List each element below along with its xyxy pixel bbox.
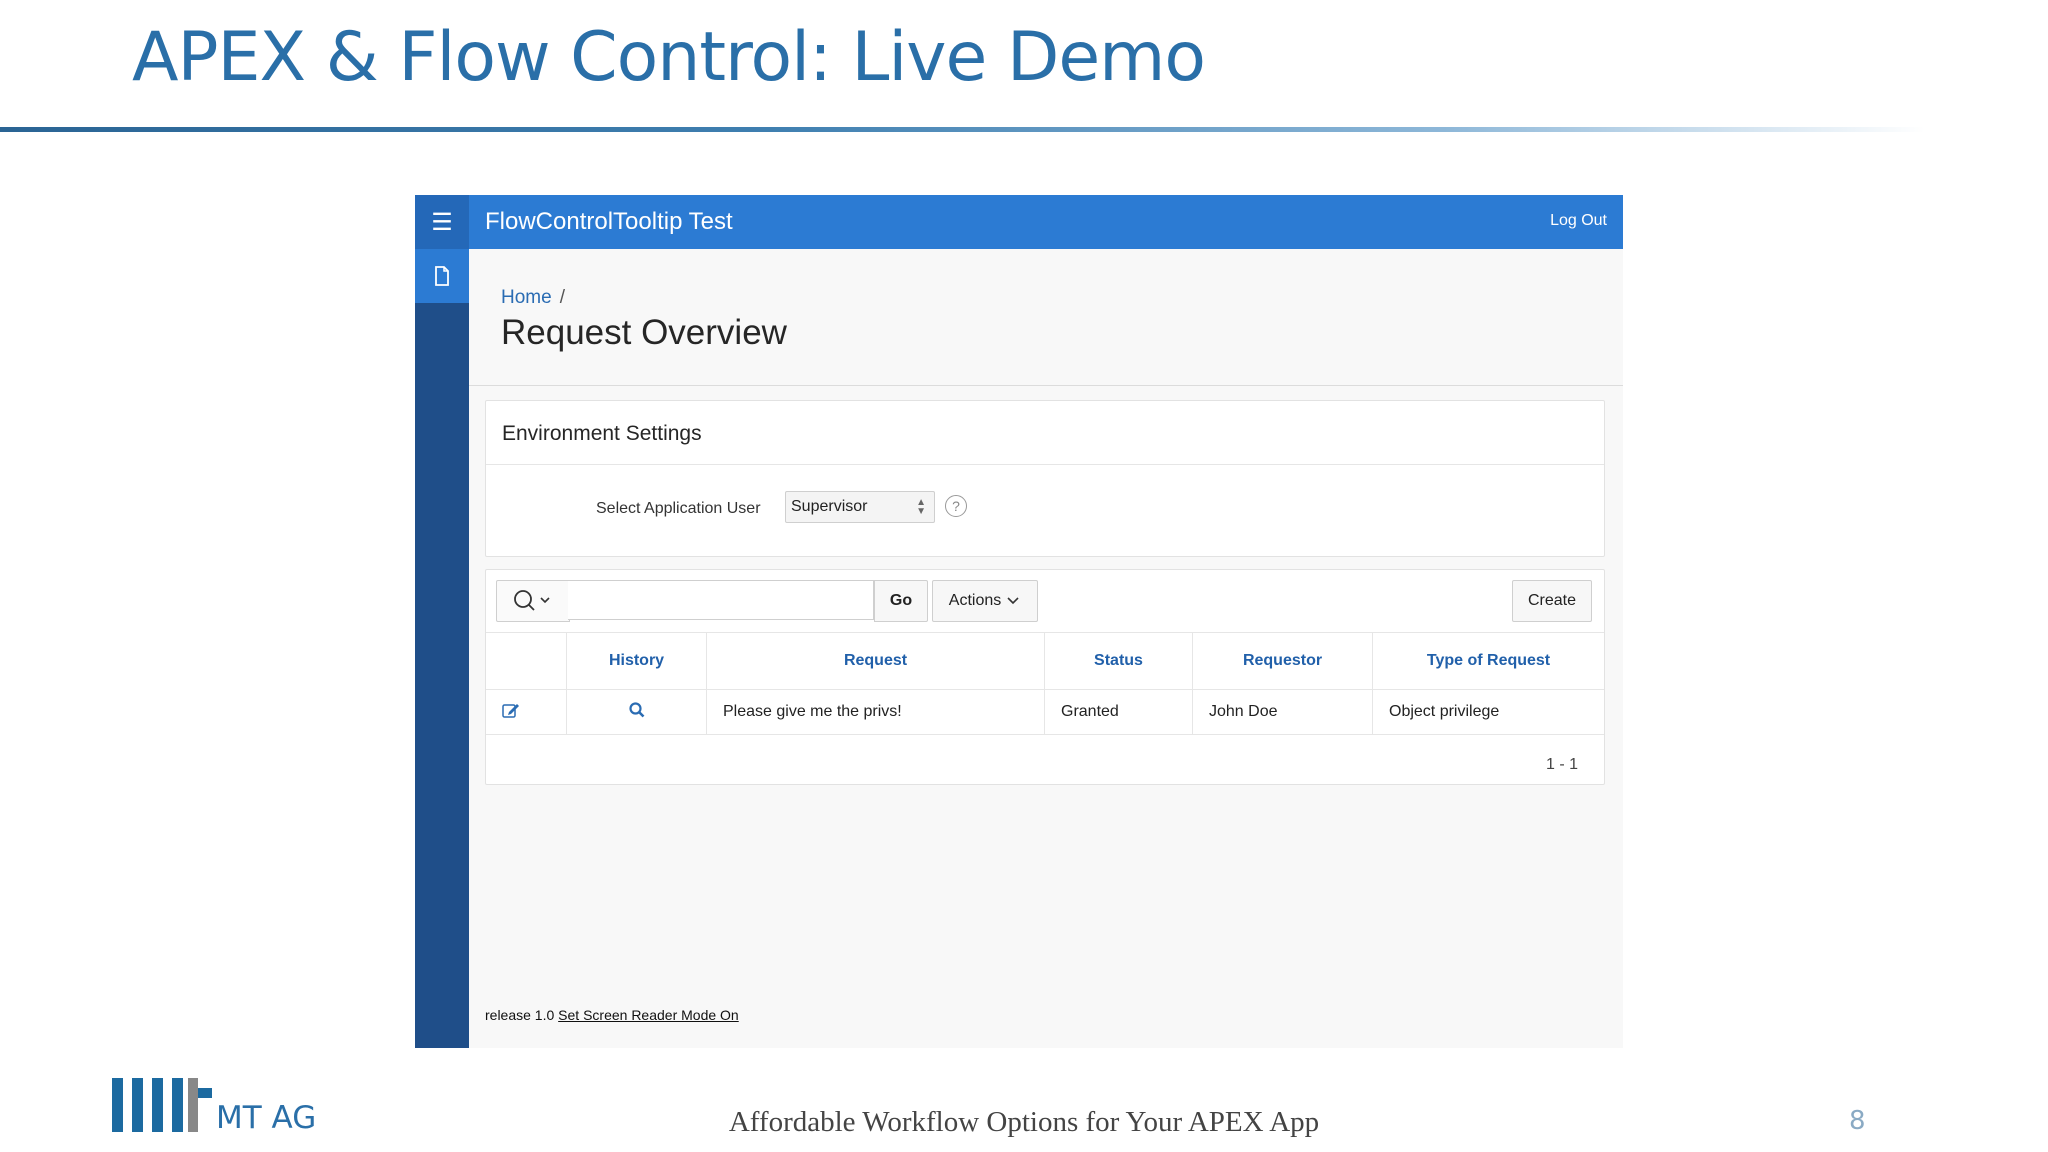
history-cell (566, 689, 707, 735)
slide-footer: Affordable Workflow Options for Your APE… (728, 1106, 1320, 1138)
requestor-cell: John Doe (1192, 689, 1373, 735)
actions-menu-button[interactable]: Actions (932, 580, 1038, 622)
search-input[interactable] (568, 580, 874, 620)
user-select-value: Supervisor (791, 498, 868, 515)
column-header-requestor[interactable]: Requestor (1192, 632, 1373, 690)
slide-title: APEX & Flow Control: Live Demo (132, 18, 1206, 97)
environment-settings-region: Environment Settings Select Application … (485, 400, 1605, 557)
create-button[interactable]: Create (1512, 580, 1592, 622)
pagination-info: 1 - 1 (1545, 756, 1578, 773)
region-title: Environment Settings (502, 422, 702, 445)
request-cell: Please give me the privs! (706, 689, 1045, 735)
type-cell: Object privilege (1372, 689, 1604, 735)
page-title: Request Overview (501, 313, 787, 352)
search-column-toggle[interactable] (496, 580, 570, 622)
breadcrumb: Home / (501, 287, 565, 309)
user-select-label: Select Application User (596, 500, 761, 517)
edit-icon[interactable] (502, 702, 520, 718)
app-footer: release 1.0 Set Screen Reader Mode On (485, 1007, 739, 1023)
search-icon (514, 590, 550, 611)
column-header-type[interactable]: Type of Request (1372, 632, 1604, 690)
select-arrows-icon: ▲ ▼ (916, 497, 926, 517)
column-header-edit (486, 632, 567, 690)
screen-reader-link[interactable]: Set Screen Reader Mode On (558, 1007, 739, 1023)
slide-number: 8 (1849, 1106, 1866, 1136)
breadcrumb-home[interactable]: Home (501, 287, 552, 308)
status-cell: Granted (1044, 689, 1193, 735)
side-nav (415, 249, 469, 1048)
header-row: History Request Status Requestor Type of… (486, 632, 1604, 690)
app-title[interactable]: FlowControlTooltip Test (485, 208, 733, 236)
region-divider (486, 464, 1604, 465)
actions-label: Actions (948, 592, 1002, 609)
hamburger-icon[interactable]: ☰ (415, 195, 469, 249)
hero-divider (469, 385, 1623, 386)
search-icon[interactable] (628, 701, 646, 719)
user-select[interactable]: Supervisor ▲ ▼ (785, 491, 935, 523)
app-screenshot: ☰ FlowControlTooltip Test Log Out Home / … (415, 195, 1623, 1048)
title-divider (0, 127, 1925, 132)
column-header-status[interactable]: Status (1044, 632, 1193, 690)
help-icon[interactable]: ? (945, 495, 967, 517)
column-header-history[interactable]: History (566, 632, 707, 690)
release-label: release 1.0 (485, 1007, 555, 1023)
app-header: ☰ FlowControlTooltip Test Log Out (415, 195, 1623, 249)
page-icon (435, 266, 449, 286)
go-button[interactable]: Go (874, 580, 928, 622)
table-row: Please give me the privs! Granted John D… (486, 689, 1604, 735)
nav-item-home[interactable] (415, 249, 469, 303)
column-header-request[interactable]: Request (706, 632, 1045, 690)
report-region: Go Actions Create History Request Status… (485, 569, 1605, 785)
report-table: History Request Status Requestor Type of… (486, 632, 1604, 735)
logout-link[interactable]: Log Out (1550, 212, 1607, 230)
chevron-down-icon (1007, 597, 1019, 605)
breadcrumb-separator: / (559, 287, 565, 308)
edit-cell (486, 689, 567, 735)
